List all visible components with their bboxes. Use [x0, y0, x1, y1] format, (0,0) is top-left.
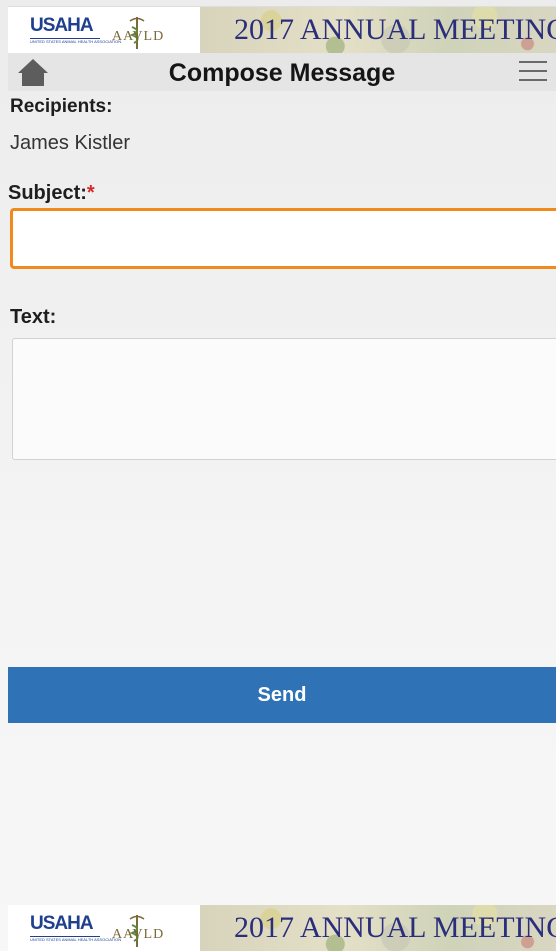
send-button[interactable]: Send	[8, 667, 556, 723]
usaha-tagline: UNITED STATES ANIMAL HEALTH ASSOCIATION	[30, 38, 122, 44]
bottom-banner: USAHA UNITED STATES ANIMAL HEALTH ASSOCI…	[8, 905, 556, 951]
usaha-logo-text-footer: USAHA	[30, 913, 94, 934]
top-banner: USAHA UNITED STATES ANIMAL HEALTH ASSOCI…	[8, 6, 556, 53]
page-title: Compose Message	[168, 59, 396, 87]
usaha-logo: USAHA UNITED STATES ANIMAL HEALTH ASSOCI…	[30, 15, 122, 46]
event-title: 2017 ANNUAL MEETING	[234, 13, 556, 46]
aavld-logo-text: AAVLD	[112, 29, 165, 44]
event-banner-image: 2017 ANNUAL MEETING	[200, 7, 556, 53]
recipient-name: James Kistler	[10, 132, 131, 154]
header-bar: Compose Message	[8, 53, 556, 91]
message-text-area[interactable]	[12, 338, 556, 460]
aavld-logo-footer: AAVLD	[112, 913, 172, 947]
usaha-logo-text: USAHA	[30, 15, 94, 36]
event-banner-image-footer: 2017 ANNUAL MEETING	[200, 905, 556, 951]
subject-label-text: Subject:	[8, 182, 87, 204]
usaha-tagline-footer: UNITED STATES ANIMAL HEALTH ASSOCIATION	[30, 936, 122, 942]
subject-input[interactable]	[10, 208, 556, 269]
event-title-footer: 2017 ANNUAL MEETING	[234, 911, 556, 944]
required-marker: *	[86, 182, 95, 204]
aavld-logo: AAVLD	[112, 15, 172, 49]
subject-label: Subject:*	[8, 182, 95, 205]
aavld-logo-text-footer: AAVLD	[112, 927, 165, 942]
usaha-logo-footer: USAHA UNITED STATES ANIMAL HEALTH ASSOCI…	[30, 913, 122, 944]
text-label: Text:	[10, 306, 57, 328]
recipients-label: Recipients:	[10, 96, 113, 117]
hamburger-menu-icon[interactable]	[518, 59, 548, 83]
